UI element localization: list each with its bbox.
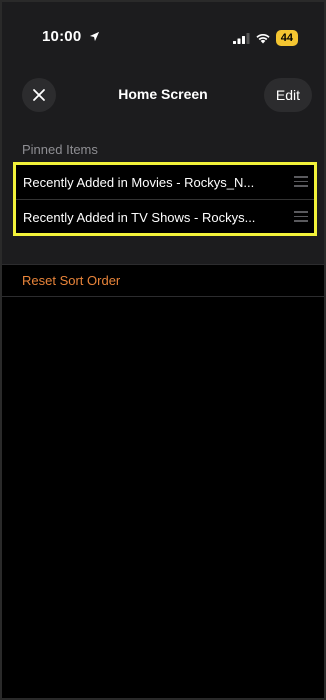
location-arrow-icon <box>89 31 99 42</box>
phone-screen: 10:00 44 Home Screen Edit Pinned Items R… <box>0 0 326 700</box>
signal-icon <box>232 32 250 44</box>
status-bar: 10:00 44 <box>2 28 324 50</box>
pinned-items-header: Pinned Items <box>22 142 98 157</box>
status-time-text: 10:00 <box>42 28 82 45</box>
wifi-icon <box>256 33 270 44</box>
top-panel: 10:00 44 Home Screen Edit Pinned Items R… <box>2 2 324 264</box>
nav-bar: Home Screen Edit <box>2 78 324 112</box>
reset-divider <box>2 296 324 297</box>
section-divider <box>2 264 324 265</box>
pinned-items-list: Recently Added in Movies - Rockys_N... R… <box>13 162 317 236</box>
pinned-item-label: Recently Added in Movies - Rockys_N... <box>23 174 255 190</box>
battery-indicator: 44 <box>275 30 298 46</box>
pinned-item-tv-shows[interactable]: Recently Added in TV Shows - Rockys... <box>16 199 314 234</box>
status-indicators: 44 <box>232 30 298 46</box>
reset-sort-order-button[interactable]: Reset Sort Order <box>22 273 120 288</box>
edit-button[interactable]: Edit <box>263 78 312 112</box>
drag-handle-icon[interactable] <box>294 211 308 225</box>
status-time: 10:00 <box>42 28 100 45</box>
pinned-item-label: Recently Added in TV Shows - Rockys... <box>23 209 256 225</box>
drag-handle-icon[interactable] <box>294 176 308 190</box>
pinned-item-movies[interactable]: Recently Added in Movies - Rockys_N... <box>16 165 314 199</box>
